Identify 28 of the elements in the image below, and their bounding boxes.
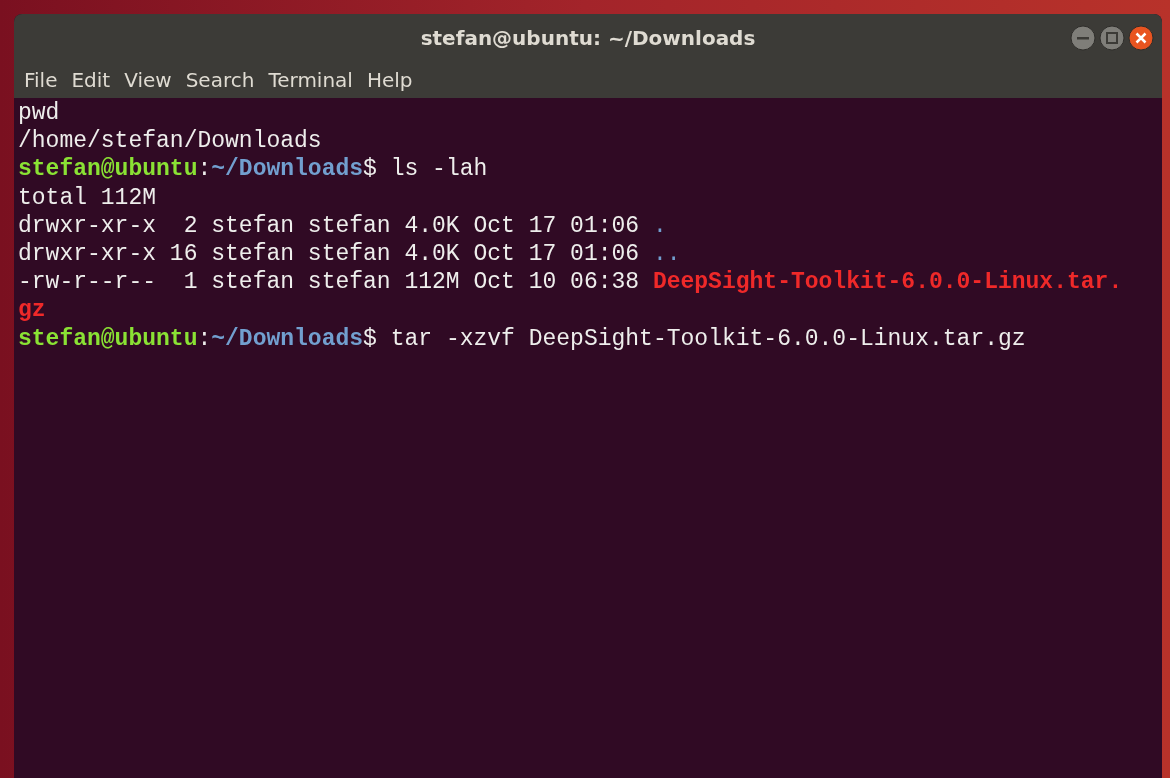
- terminal-text: /home/stefan/Downloads: [18, 128, 322, 155]
- menu-item[interactable]: Help: [360, 65, 419, 95]
- terminal-text: :: [197, 156, 212, 183]
- terminal-text: drwxr-xr-x 16 stefan stefan 4.0K Oct 17 01:06: [18, 241, 641, 267]
- terminal-text: $ ls -lah: [363, 156, 488, 183]
- prompt-user: stefan@ubuntu: [18, 156, 198, 183]
- archive-file-name: DeepSight-Toolkit-6.0.0-Linux.tar.: [652, 269, 1123, 296]
- menu-item[interactable]: Edit: [65, 65, 117, 95]
- window-title: stefan@ubuntu: ~/Downloads: [420, 25, 756, 52]
- menu-item[interactable]: Terminal: [262, 65, 359, 95]
- prompt-path: ~/Downloads: [211, 325, 364, 352]
- terminal-text: :: [197, 325, 212, 352]
- close-icon[interactable]: [1128, 25, 1154, 51]
- menu-item[interactable]: Search: [179, 65, 261, 95]
- terminal-text: pwd: [18, 100, 60, 126]
- prompt-user: stefan@ubuntu: [18, 325, 198, 352]
- menu-item[interactable]: View: [118, 65, 178, 95]
- terminal-text: $ tar -xzvf DeepSight-Toolkit-6.0.0-Linux.tar.gz: [363, 325, 1026, 352]
- archive-file-name: gz: [18, 297, 46, 324]
- prompt-path: ~/Downloads: [211, 156, 364, 183]
- directory-name: ..: [652, 241, 681, 267]
- terminal-text: -rw-r--r-- 1 stefan stefan 112M Oct 10 06:38: [18, 269, 641, 296]
- maximize-icon[interactable]: [1099, 25, 1125, 51]
- terminal-text: total 112M: [18, 184, 157, 211]
- minimize-icon[interactable]: [1070, 25, 1096, 51]
- terminal-text: drwxr-xr-x 2 stefan stefan 4.0K Oct 17 01:06: [18, 212, 641, 239]
- directory-name: .: [652, 212, 667, 239]
- menu-item[interactable]: File: [18, 65, 64, 95]
